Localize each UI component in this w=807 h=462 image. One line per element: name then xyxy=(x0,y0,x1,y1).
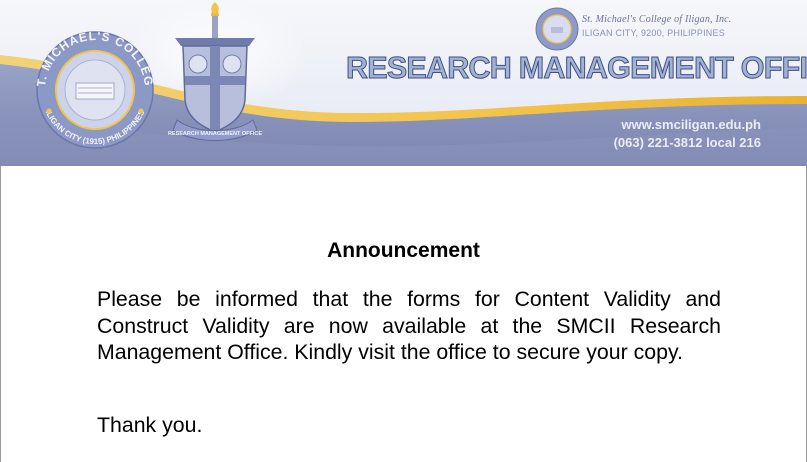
college-seal-large: ST. MICHAEL'S COLLEGE ILIGAN CITY (1915)… xyxy=(31,31,155,149)
research-office-emblem: RESEARCH MANAGEMENT OFFICE xyxy=(168,2,262,141)
college-name: St. Michael's College of Iligan, Inc. xyxy=(582,14,732,25)
college-seal-small xyxy=(535,7,579,51)
office-title: RESEARCH MANAGEMENT OFFICE xyxy=(346,50,807,86)
announcement-closing: Thank you. xyxy=(97,413,203,437)
website-text: www.smciligan.edu.ph xyxy=(621,117,761,132)
phone-text: (063) 221-3812 local 216 xyxy=(613,135,761,150)
header-banner: St. Michael's College of Iligan, Inc. IL… xyxy=(0,0,807,166)
college-address: ILIGAN CITY, 9200, PHILIPPINES xyxy=(582,28,725,38)
emblem-ribbon-text: RESEARCH MANAGEMENT OFFICE xyxy=(168,131,262,137)
page-border-left xyxy=(0,166,1,462)
announcement-body: Please be informed that the forms for Co… xyxy=(97,287,721,364)
announcement-title: Announcement xyxy=(327,239,480,262)
